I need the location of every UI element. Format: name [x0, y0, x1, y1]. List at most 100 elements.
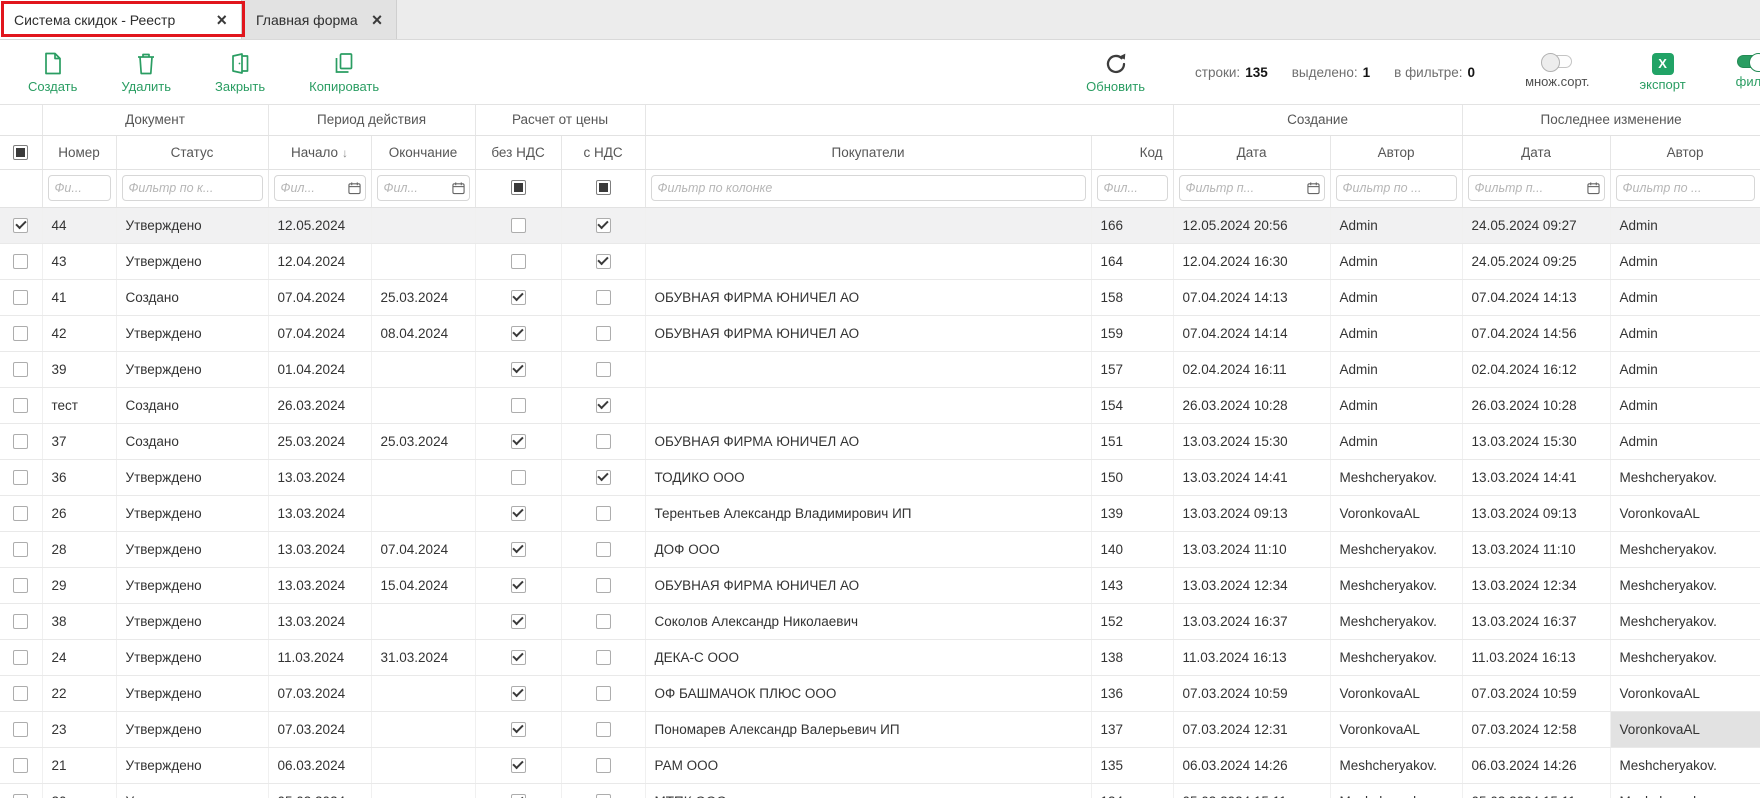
export-button[interactable]: X экспорт: [1640, 53, 1686, 92]
cell-created-date[interactable]: 13.03.2024 16:37: [1173, 603, 1330, 639]
cell-created-date[interactable]: 13.03.2024 11:10: [1173, 531, 1330, 567]
cell-vat[interactable]: [561, 711, 645, 747]
cell-modified-date[interactable]: 24.05.2024 09:25: [1462, 243, 1610, 279]
cell-number[interactable]: 43: [42, 243, 116, 279]
close-tab-icon[interactable]: ×: [216, 11, 227, 29]
cell-vat[interactable]: [561, 495, 645, 531]
row-select-checkbox[interactable]: [13, 542, 28, 557]
table-row[interactable]: 42Утверждено07.04.202408.04.2024ОБУВНАЯ …: [0, 315, 1760, 351]
cell-code[interactable]: 139: [1091, 495, 1173, 531]
cell-created-date[interactable]: 13.03.2024 15:30: [1173, 423, 1330, 459]
table-row[interactable]: 29Утверждено13.03.202415.04.2024ОБУВНАЯ …: [0, 567, 1760, 603]
vat-checkbox[interactable]: [596, 542, 611, 557]
cell-code[interactable]: 136: [1091, 675, 1173, 711]
column-header-vat[interactable]: с НДС: [561, 135, 645, 169]
row-select-checkbox[interactable]: [13, 650, 28, 665]
cell-number[interactable]: 24: [42, 639, 116, 675]
cell-end[interactable]: 25.03.2024: [371, 279, 475, 315]
cell-modified-date[interactable]: 13.03.2024 12:34: [1462, 567, 1610, 603]
vat-checkbox[interactable]: [596, 650, 611, 665]
tab-discount-registry[interactable]: Система скидок - Реестр ×: [0, 0, 242, 39]
cell-modified-author[interactable]: VoronkovaAL: [1610, 495, 1760, 531]
cell-status[interactable]: Утверждено: [116, 315, 268, 351]
no-vat-checkbox[interactable]: [511, 290, 526, 305]
cell-created-author[interactable]: Meshcheryakov.: [1330, 603, 1462, 639]
cell-buyers[interactable]: ОБУВНАЯ ФИРМА ЮНИЧЕЛ АО: [645, 423, 1091, 459]
cell-vat[interactable]: [561, 639, 645, 675]
calendar-icon[interactable]: [348, 182, 361, 195]
no-vat-checkbox[interactable]: [511, 506, 526, 521]
cell-status[interactable]: Создано: [116, 387, 268, 423]
cell-modified-author[interactable]: Meshcheryakov.: [1610, 639, 1760, 675]
cell-created-author[interactable]: Meshcheryakov.: [1330, 567, 1462, 603]
cell-code[interactable]: 143: [1091, 567, 1173, 603]
cell-selected[interactable]: [0, 459, 42, 495]
column-header-status[interactable]: Статус: [116, 135, 268, 169]
cell-status[interactable]: Утверждено: [116, 711, 268, 747]
multisort-toggle[interactable]: множ.сорт.: [1525, 55, 1589, 89]
cell-status[interactable]: Утверждено: [116, 243, 268, 279]
cell-vat[interactable]: [561, 351, 645, 387]
multisort-switch[interactable]: [1542, 55, 1572, 68]
cell-vat[interactable]: [561, 315, 645, 351]
no-vat-checkbox[interactable]: [511, 686, 526, 701]
cell-created-author[interactable]: Admin: [1330, 423, 1462, 459]
copy-button[interactable]: Копировать: [309, 50, 379, 94]
delete-button[interactable]: Удалить: [121, 50, 171, 94]
cell-modified-date[interactable]: 13.03.2024 16:37: [1462, 603, 1610, 639]
row-select-checkbox[interactable]: [13, 290, 28, 305]
cell-start[interactable]: 06.03.2024: [268, 747, 371, 783]
table-row[interactable]: 44Утверждено12.05.202416612.05.2024 20:5…: [0, 207, 1760, 243]
cell-buyers[interactable]: Терентьев Александр Владимирович ИП: [645, 495, 1091, 531]
row-select-checkbox[interactable]: [13, 254, 28, 269]
cell-created-author[interactable]: Meshcheryakov.: [1330, 783, 1462, 798]
table-row[interactable]: 39Утверждено01.04.202415702.04.2024 16:1…: [0, 351, 1760, 387]
cell-modified-date[interactable]: 07.04.2024 14:13: [1462, 279, 1610, 315]
filter-modified-date-input[interactable]: [1468, 175, 1605, 201]
table-row[interactable]: тестСоздано26.03.202415426.03.2024 10:28…: [0, 387, 1760, 423]
no-vat-checkbox[interactable]: [511, 650, 526, 665]
cell-number[interactable]: 26: [42, 495, 116, 531]
cell-selected[interactable]: [0, 747, 42, 783]
table-row[interactable]: 38Утверждено13.03.2024Соколов Александр …: [0, 603, 1760, 639]
cell-no-vat[interactable]: [475, 243, 561, 279]
cell-buyers[interactable]: ОБУВНАЯ ФИРМА ЮНИЧЕЛ АО: [645, 279, 1091, 315]
cell-status[interactable]: Утверждено: [116, 783, 268, 798]
cell-modified-date[interactable]: 07.03.2024 10:59: [1462, 675, 1610, 711]
cell-vat[interactable]: [561, 207, 645, 243]
cell-no-vat[interactable]: [475, 531, 561, 567]
row-select-checkbox[interactable]: [13, 686, 28, 701]
cell-end[interactable]: [371, 207, 475, 243]
cell-start[interactable]: 07.03.2024: [268, 675, 371, 711]
cell-start[interactable]: 13.03.2024: [268, 495, 371, 531]
cell-status[interactable]: Утверждено: [116, 207, 268, 243]
cell-created-author[interactable]: Admin: [1330, 207, 1462, 243]
cell-number[interactable]: 39: [42, 351, 116, 387]
cell-number[interactable]: 41: [42, 279, 116, 315]
cell-created-date[interactable]: 07.03.2024 12:31: [1173, 711, 1330, 747]
filter-status-input[interactable]: [122, 175, 263, 201]
vat-checkbox[interactable]: [596, 506, 611, 521]
cell-buyers[interactable]: ОБУВНАЯ ФИРМА ЮНИЧЕЛ АО: [645, 315, 1091, 351]
cell-end[interactable]: 07.04.2024: [371, 531, 475, 567]
cell-vat[interactable]: [561, 531, 645, 567]
vat-checkbox[interactable]: [596, 398, 611, 413]
cell-end[interactable]: [371, 783, 475, 798]
cell-modified-date[interactable]: 06.03.2024 14:26: [1462, 747, 1610, 783]
cell-number[interactable]: 22: [42, 675, 116, 711]
row-select-checkbox[interactable]: [13, 218, 28, 233]
create-button[interactable]: Создать: [28, 50, 77, 94]
filter-created-date-input[interactable]: [1179, 175, 1325, 201]
cell-end[interactable]: [371, 711, 475, 747]
cell-modified-date[interactable]: 13.03.2024 09:13: [1462, 495, 1610, 531]
table-row[interactable]: 37Создано25.03.202425.03.2024ОБУВНАЯ ФИР…: [0, 423, 1760, 459]
select-all-checkbox[interactable]: [13, 145, 28, 160]
cell-no-vat[interactable]: [475, 639, 561, 675]
no-vat-checkbox[interactable]: [511, 794, 526, 798]
cell-status[interactable]: Утверждено: [116, 747, 268, 783]
tab-main-form[interactable]: Главная форма ×: [242, 0, 397, 39]
cell-start[interactable]: 11.03.2024: [268, 639, 371, 675]
filter-toggle[interactable]: филь: [1736, 55, 1760, 89]
cell-created-author[interactable]: Admin: [1330, 243, 1462, 279]
cell-buyers[interactable]: МТПК ООО: [645, 783, 1091, 798]
